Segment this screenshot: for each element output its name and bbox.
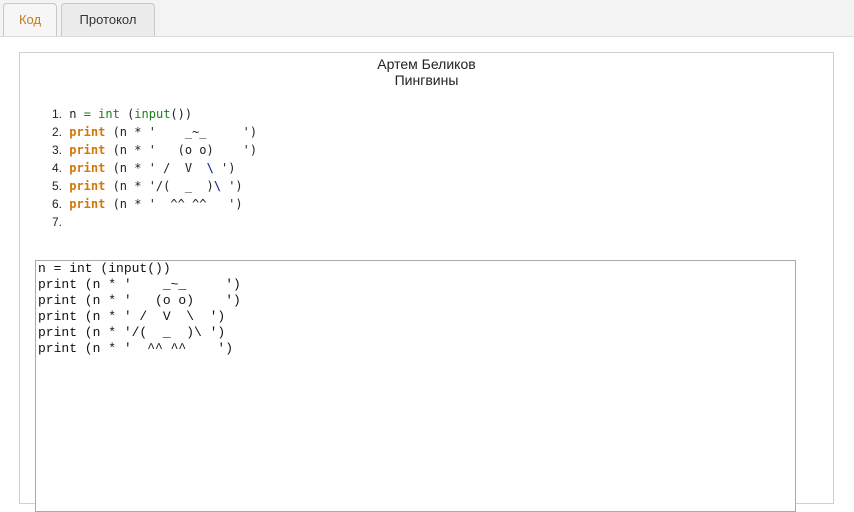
tab-protocol[interactable]: Протокол <box>61 3 155 36</box>
code-line: 1. n = int (input()) <box>46 105 257 123</box>
code-text: print (n * ' ^^ ^^ ') <box>69 197 243 211</box>
line-number: 2. <box>51 125 62 139</box>
source-line: print (n * ' (o o) ') <box>38 293 241 308</box>
line-number: 1. <box>51 107 62 121</box>
source-textarea[interactable]: n = int (input()) print (n * ' _~_ ') pr… <box>35 260 796 512</box>
code-text: print (n * '/( _ )\ ') <box>69 179 243 193</box>
author-name: Артем Беликов <box>377 56 476 72</box>
code-text: print (n * ' _~_ ') <box>69 125 258 139</box>
line-number: 4. <box>51 161 62 175</box>
code-line: 4. print (n * ' / V \ ') <box>46 159 257 177</box>
panel-header: Артем Беликов Пингвины <box>20 56 833 88</box>
code-line: 6. print (n * ' ^^ ^^ ') <box>46 195 257 213</box>
code-line: 7. <box>46 213 257 231</box>
code-listing: 1. n = int (input()) 2. print (n * ' _~_… <box>46 105 257 231</box>
line-number: 3. <box>51 143 62 157</box>
source-line: print (n * ' / V \ ') <box>38 309 226 324</box>
line-number: 6. <box>51 197 62 211</box>
tab-bar: Код Протокол <box>0 0 854 37</box>
line-number: 5. <box>51 179 62 193</box>
code-text: print (n * ' / V \ ') <box>69 161 236 175</box>
source-line: print (n * ' _~_ ') <box>38 277 241 292</box>
code-line: 2. print (n * ' _~_ ') <box>46 123 257 141</box>
code-text: print (n * ' (o o) ') <box>69 143 258 157</box>
program-title: Пингвины <box>394 72 459 88</box>
source-line: n = int (input()) <box>38 261 171 276</box>
code-line: 5. print (n * '/( _ )\ ') <box>46 177 257 195</box>
code-text: n = int (input()) <box>69 107 193 121</box>
source-line: print (n * ' ^^ ^^ ') <box>38 341 234 356</box>
code-line: 3. print (n * ' (o o) ') <box>46 141 257 159</box>
source-line: print (n * '/( _ )\ ') <box>38 325 226 340</box>
tab-code[interactable]: Код <box>3 3 57 36</box>
line-number: 7. <box>51 215 62 229</box>
code-panel: Артем Беликов Пингвины 1. n = int (input… <box>19 52 834 512</box>
